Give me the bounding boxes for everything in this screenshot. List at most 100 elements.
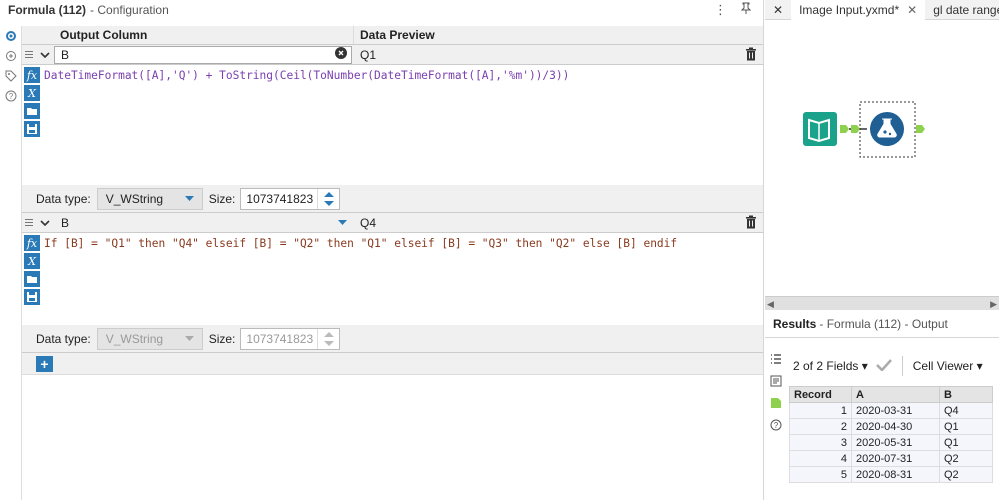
open-expression-icon[interactable] bbox=[24, 271, 40, 287]
function-icon[interactable]: fx bbox=[24, 235, 40, 251]
expression-editor[interactable]: DateTimeFormat([A],'Q') + ToString(Ceil(… bbox=[42, 65, 763, 185]
table-row[interactable]: 5 2020-08-31 Q2 bbox=[789, 466, 993, 483]
size-spinner[interactable] bbox=[317, 188, 339, 209]
cell-b[interactable]: Q4 bbox=[939, 402, 993, 419]
drag-handle[interactable] bbox=[22, 45, 36, 65]
save-expression-icon[interactable] bbox=[24, 289, 40, 305]
add-formula-button[interactable]: + bbox=[36, 355, 53, 372]
workflow-canvas[interactable] bbox=[765, 20, 999, 296]
scroll-left-icon[interactable]: ◀ bbox=[767, 299, 774, 310]
cell-viewer-label: Cell Viewer bbox=[912, 359, 974, 373]
table-row[interactable]: 1 2020-03-31 Q4 bbox=[789, 402, 993, 419]
variable-icon[interactable]: X bbox=[24, 85, 40, 101]
formula-output-anchor[interactable] bbox=[916, 125, 925, 133]
fields-label: 2 of 2 Fields bbox=[793, 359, 859, 373]
tag-icon[interactable] bbox=[0, 66, 22, 86]
config-side-toolbar: ? bbox=[0, 26, 22, 500]
delete-formula-icon[interactable] bbox=[745, 215, 757, 232]
tab-label: Image Input.yxmd* bbox=[799, 2, 900, 17]
column-header[interactable]: A bbox=[851, 386, 940, 403]
delete-formula-icon[interactable] bbox=[745, 47, 757, 64]
column-header[interactable]: Record bbox=[789, 386, 852, 403]
expression-editor[interactable]: If [B] = "Q1" then "Q4" elseif [B] = "Q2… bbox=[42, 233, 763, 325]
workflow-tabs: ✕ Image Input.yxmd* ✕ gl date range.y bbox=[765, 0, 999, 20]
cell-b[interactable]: Q2 bbox=[939, 466, 993, 483]
dropdown-arrow-icon bbox=[184, 336, 194, 341]
scroll-right-icon[interactable]: ▶ bbox=[990, 299, 997, 310]
cell-viewer-selector[interactable]: Cell Viewer ▾ bbox=[913, 359, 983, 373]
record-cell: 5 bbox=[789, 466, 852, 483]
svg-text:?: ? bbox=[774, 421, 779, 430]
cell-a[interactable]: 2020-04-30 bbox=[851, 418, 940, 435]
size-spinner[interactable] bbox=[317, 328, 339, 349]
output-column-select[interactable]: B bbox=[54, 213, 352, 232]
table-row[interactable]: 4 2020-07-31 Q2 bbox=[789, 450, 993, 467]
cell-b[interactable]: Q1 bbox=[939, 418, 993, 435]
tab-label: gl date range.y bbox=[933, 2, 999, 17]
results-table: Record A B 1 2020-03-31 Q4 2 2020-04-30 … bbox=[789, 386, 993, 483]
input-data-tool-icon[interactable] bbox=[803, 112, 837, 146]
connection-line[interactable] bbox=[849, 125, 867, 133]
connection-icon[interactable] bbox=[0, 46, 22, 66]
formula-expression-area-2: fx X If [B] = "Q1" then "Q4" elseif [B] … bbox=[22, 233, 763, 325]
variable-icon[interactable]: X bbox=[24, 253, 40, 269]
function-icon[interactable]: fx bbox=[24, 67, 40, 83]
formula-editor: Output Column Data Preview B Q1 fx X Dat… bbox=[22, 26, 763, 500]
record-cell: 4 bbox=[789, 450, 852, 467]
size-label: Size: bbox=[208, 331, 236, 346]
collapse-chevron-icon[interactable] bbox=[36, 45, 54, 65]
size-input[interactable]: 1073741823 bbox=[240, 187, 341, 210]
data-type-select[interactable]: V_WString bbox=[96, 327, 203, 350]
data-preview-value: Q4 bbox=[360, 215, 377, 230]
close-icon[interactable]: ✕ bbox=[907, 3, 917, 17]
table-row[interactable]: 2 2020-04-30 Q1 bbox=[789, 418, 993, 435]
connector-output-anchor[interactable] bbox=[840, 125, 849, 133]
apply-check-icon[interactable] bbox=[875, 358, 892, 374]
clear-icon[interactable] bbox=[335, 47, 347, 62]
cell-a[interactable]: 2020-05-31 bbox=[851, 434, 940, 451]
cell-b[interactable]: Q1 bbox=[939, 434, 993, 451]
table-header-row: Record A B bbox=[789, 386, 993, 403]
formula-grid-header: Output Column Data Preview bbox=[22, 26, 763, 45]
formula-tool-icon[interactable] bbox=[870, 112, 904, 146]
canvas-horizontal-scrollbar[interactable]: ◀ ▶ bbox=[765, 296, 999, 310]
cell-a[interactable]: 2020-07-31 bbox=[851, 450, 940, 467]
collapse-chevron-icon[interactable] bbox=[36, 213, 54, 233]
output-column-value: B bbox=[61, 215, 70, 230]
cell-a[interactable]: 2020-08-31 bbox=[851, 466, 940, 483]
save-expression-icon[interactable] bbox=[24, 121, 40, 137]
fields-selector[interactable]: 2 of 2 Fields ▾ bbox=[793, 359, 868, 373]
output-column-value: B bbox=[61, 47, 70, 62]
size-input[interactable]: 1073741823 bbox=[240, 327, 341, 350]
column-header[interactable]: B bbox=[939, 386, 993, 403]
results-side-toolbar: ? bbox=[765, 348, 787, 436]
cell-a[interactable]: 2020-03-31 bbox=[851, 402, 940, 419]
output-column-input[interactable]: B bbox=[54, 45, 352, 64]
drag-handle[interactable] bbox=[22, 213, 36, 233]
more-options-icon[interactable]: ⋮ bbox=[714, 2, 727, 18]
size-value: 1073741823 bbox=[246, 331, 314, 346]
config-gear-icon[interactable] bbox=[0, 26, 22, 46]
open-expression-icon[interactable] bbox=[24, 103, 40, 119]
data-type-value: V_WString bbox=[105, 331, 164, 346]
close-icon[interactable]: ✕ bbox=[773, 3, 783, 17]
table-row[interactable]: 3 2020-05-31 Q1 bbox=[789, 434, 993, 451]
size-label: Size: bbox=[208, 191, 236, 206]
help-icon[interactable]: ? bbox=[0, 86, 22, 106]
help-icon[interactable]: ? bbox=[765, 414, 787, 436]
tab-image-input[interactable]: Image Input.yxmd* ✕ bbox=[791, 0, 926, 20]
messages-icon[interactable] bbox=[765, 370, 787, 392]
tab-gl-date-range[interactable]: gl date range.y bbox=[925, 0, 999, 20]
results-subtitle: - Formula (112) - Output bbox=[819, 316, 948, 331]
record-cell: 3 bbox=[789, 434, 852, 451]
cell-b[interactable]: Q2 bbox=[939, 450, 993, 467]
pin-icon[interactable] bbox=[740, 2, 752, 18]
formula-expression-area-1: fx X DateTimeFormat([A],'Q') + ToString(… bbox=[22, 65, 763, 185]
output-column-header: Output Column bbox=[22, 26, 354, 44]
record-cell: 2 bbox=[789, 418, 852, 435]
data-view-icon[interactable] bbox=[765, 392, 787, 414]
tab-close-previous[interactable]: ✕ bbox=[765, 0, 791, 20]
formula-row-2: B Q4 bbox=[22, 213, 763, 233]
data-type-select[interactable]: V_WString bbox=[96, 187, 203, 210]
list-view-icon[interactable] bbox=[765, 348, 787, 370]
